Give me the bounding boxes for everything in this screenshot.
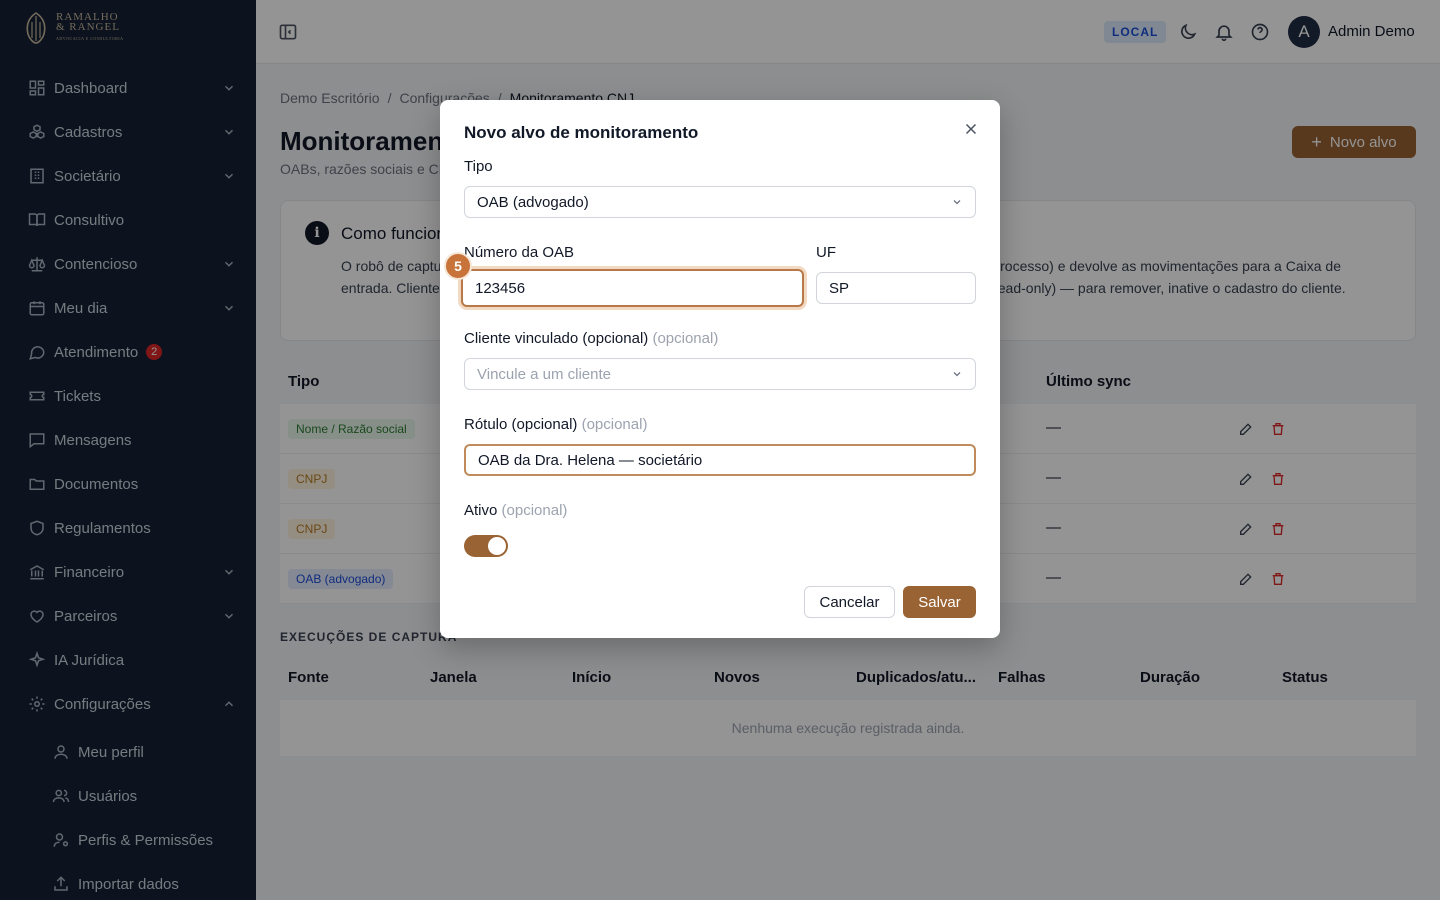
- step-badge: 5: [444, 252, 472, 280]
- uf-label: UF: [816, 244, 836, 261]
- cliente-select[interactable]: Vincule a um cliente: [464, 358, 976, 390]
- optional-hint: (opcional): [581, 416, 648, 433]
- uf-input[interactable]: SP: [816, 272, 976, 304]
- tipo-value: OAB (advogado): [477, 193, 589, 211]
- cliente-label: Cliente vinculado (opcional) (opcional): [464, 330, 718, 347]
- cancel-button[interactable]: Cancelar: [804, 586, 895, 618]
- save-button[interactable]: Salvar: [903, 586, 976, 618]
- cliente-placeholder: Vincule a um cliente: [477, 365, 611, 383]
- new-target-dialog: Novo alvo de monitoramento Tipo OAB (adv…: [440, 100, 1000, 638]
- optional-hint: (opcional): [501, 502, 568, 519]
- oab-number-input[interactable]: 123456: [461, 269, 804, 307]
- tipo-label: Tipo: [464, 158, 493, 175]
- ativo-label: Ativo (opcional): [464, 502, 567, 519]
- close-icon[interactable]: [962, 120, 980, 138]
- oab-value: 123456: [475, 279, 526, 297]
- oab-label: Número da OAB: [464, 244, 575, 261]
- uf-value: SP: [829, 279, 850, 297]
- rotulo-input[interactable]: OAB da Dra. Helena — societário: [464, 444, 976, 476]
- dialog-title: Novo alvo de monitoramento: [464, 123, 699, 142]
- rotulo-value: OAB da Dra. Helena — societário: [478, 451, 703, 469]
- cliente-label-text: Cliente vinculado (opcional): [464, 330, 649, 347]
- tipo-select[interactable]: OAB (advogado): [464, 186, 976, 218]
- toggle-knob: [488, 537, 506, 555]
- rotulo-label-text: Rótulo (opcional): [464, 416, 578, 433]
- chevron-down-icon: [953, 372, 961, 377]
- ativo-label-text: Ativo: [464, 502, 498, 519]
- ativo-toggle[interactable]: [464, 535, 508, 557]
- optional-hint: (opcional): [652, 330, 719, 347]
- rotulo-label: Rótulo (opcional) (opcional): [464, 416, 647, 433]
- chevron-down-icon: [953, 200, 961, 205]
